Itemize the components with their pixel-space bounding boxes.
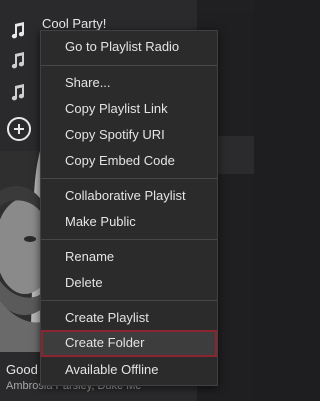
menu-item-collaborative-playlist[interactable]: Collaborative Playlist: [41, 184, 217, 208]
context-menu: Go to Playlist Radio Share... Copy Playl…: [40, 30, 218, 386]
menu-separator: [41, 239, 217, 240]
menu-item-share[interactable]: Share...: [41, 71, 217, 95]
menu-item-create-folder[interactable]: Create Folder: [41, 330, 217, 357]
menu-item-copy-playlist-link[interactable]: Copy Playlist Link: [41, 97, 217, 121]
menu-item-make-public[interactable]: Make Public: [41, 210, 217, 234]
menu-separator: [41, 65, 217, 66]
new-playlist-button[interactable]: [7, 117, 31, 141]
menu-item-playlist-radio[interactable]: Go to Playlist Radio: [41, 35, 217, 59]
menu-item-create-playlist[interactable]: Create Playlist: [41, 306, 217, 330]
menu-item-copy-spotify-uri[interactable]: Copy Spotify URI: [41, 123, 217, 147]
music-note-icon: [11, 22, 25, 39]
track-row[interactable]: [197, 0, 254, 12]
menu-item-available-offline[interactable]: Available Offline: [41, 358, 217, 382]
music-note-icon: [11, 52, 25, 69]
menu-item-rename[interactable]: Rename: [41, 245, 217, 269]
menu-item-copy-embed-code[interactable]: Copy Embed Code: [41, 149, 217, 173]
music-note-icon: [11, 84, 25, 101]
menu-separator: [41, 178, 217, 179]
menu-item-delete[interactable]: Delete: [41, 271, 217, 295]
now-playing-title[interactable]: Good: [6, 362, 38, 377]
menu-separator: [41, 300, 217, 301]
